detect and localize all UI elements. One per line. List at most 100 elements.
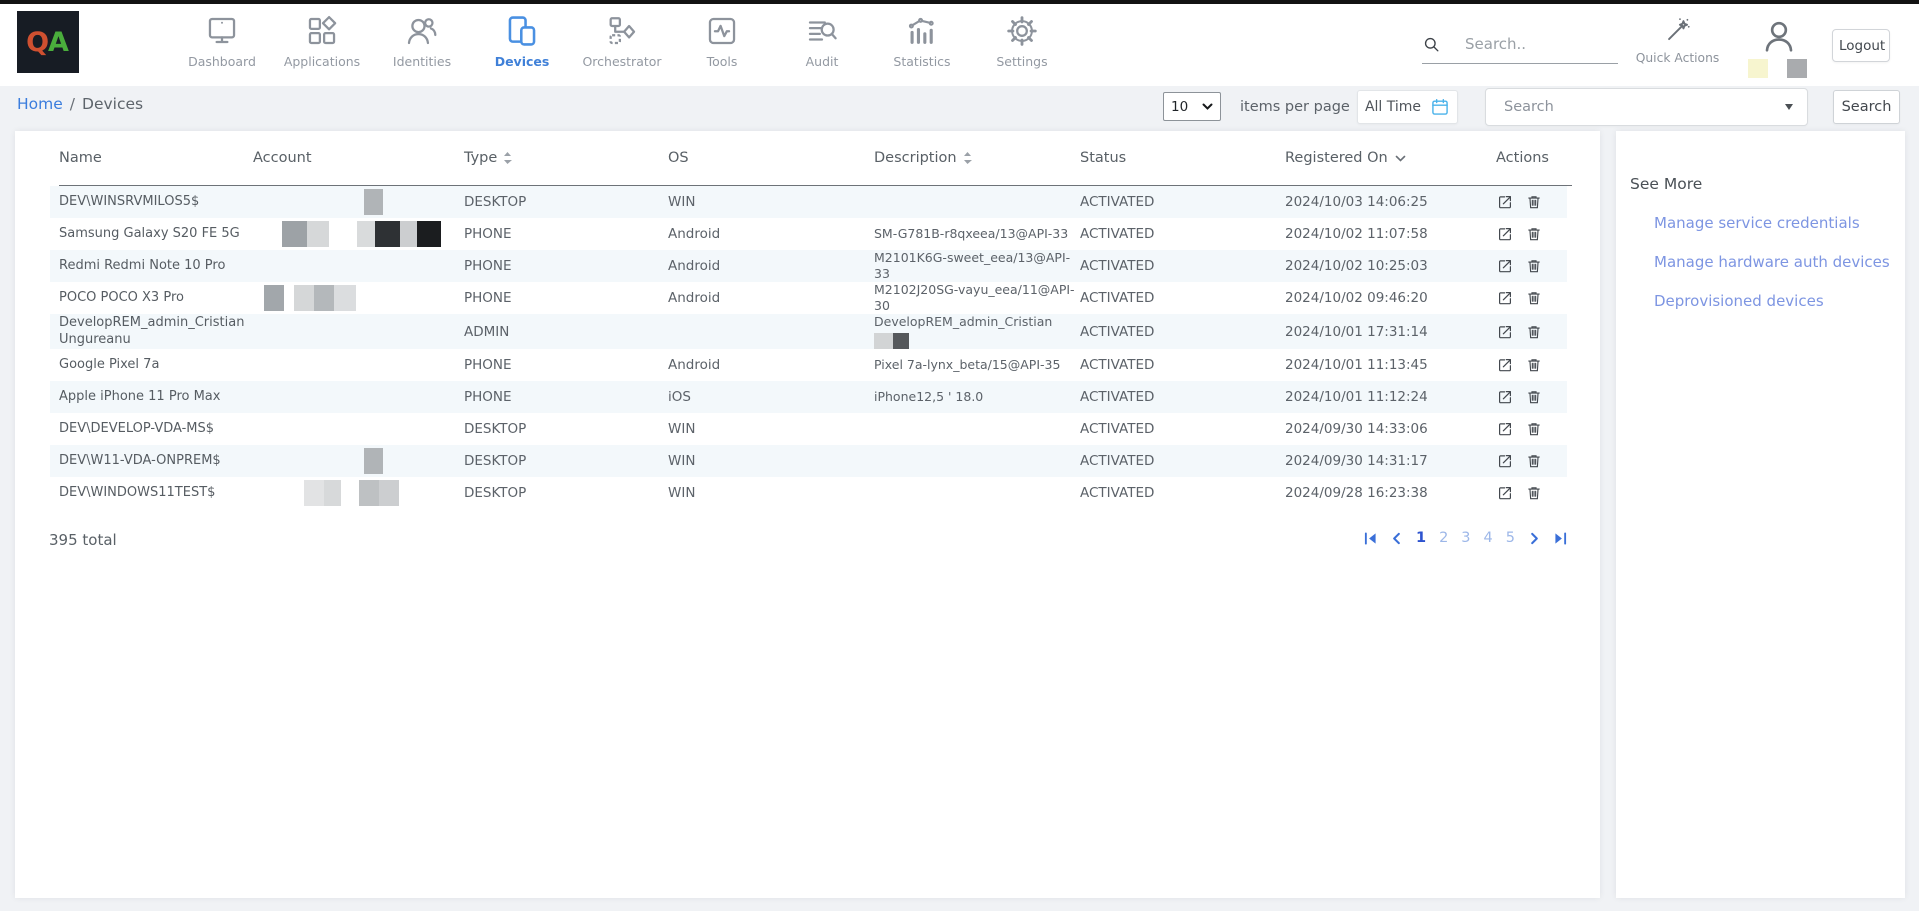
search-filter-dropdown[interactable]: Search: [1485, 88, 1808, 126]
table-row[interactable]: Redmi Redmi Note 10 Pro PHONE Android M2…: [50, 250, 1567, 282]
quick-actions-button[interactable]: Quick Actions: [1630, 16, 1725, 65]
row-actions: [1496, 257, 1567, 275]
table-row[interactable]: POCO POCO X3 Pro PHONE Android M2102J20S…: [50, 282, 1567, 314]
table-row[interactable]: Apple iPhone 11 Pro Max PHONE iOS iPhone…: [50, 381, 1567, 413]
search-button[interactable]: Search: [1833, 90, 1900, 124]
table-row[interactable]: DEV\DEVELOP-VDA-MS$ DESKTOP WIN ACTIVATE…: [50, 413, 1567, 445]
device-description: iPhone12,5 ' 18.0: [874, 389, 1080, 405]
device-status-badge: ACTIVATED: [1080, 324, 1285, 340]
nav-item-statistics[interactable]: Statistics: [872, 14, 972, 69]
column-header-registered-on[interactable]: Registered On: [1285, 150, 1496, 166]
redacted-block: [304, 480, 324, 506]
delete-device-button[interactable]: [1525, 257, 1543, 275]
delete-device-button[interactable]: [1525, 356, 1543, 374]
nav-item-audit[interactable]: Audit: [772, 14, 872, 69]
see-more-link[interactable]: Manage service credentials: [1654, 214, 1905, 232]
identities-people-icon: [405, 14, 439, 48]
page-numbers: 12345: [1416, 530, 1515, 546]
devices-icon: [505, 14, 539, 48]
device-os: WIN: [668, 485, 874, 501]
device-type: PHONE: [464, 290, 668, 306]
table-header-row: Name Account Type OS Description Status …: [59, 131, 1572, 186]
nav-item-orchestrator[interactable]: Orchestrator: [572, 14, 672, 69]
nav-item-tools[interactable]: Tools: [672, 14, 772, 69]
nav-item-dashboard[interactable]: Dashboard: [172, 14, 272, 69]
table-row[interactable]: Google Pixel 7a PHONE Android Pixel 7a-l…: [50, 349, 1567, 381]
redacted-block: [294, 285, 314, 311]
page-number-5[interactable]: 5: [1506, 530, 1515, 546]
nav-item-identities[interactable]: Identities: [372, 14, 472, 69]
device-description: DevelopREM_admin_Cristian: [874, 314, 1080, 349]
header-search-input[interactable]: [1463, 34, 1613, 54]
app-logo[interactable]: QA: [17, 11, 79, 73]
redacted-block: [357, 221, 375, 247]
logout-button[interactable]: Logout: [1832, 29, 1890, 62]
breadcrumb-home-link[interactable]: Home: [17, 95, 63, 113]
nav-item-devices[interactable]: Devices: [472, 14, 572, 69]
device-type: DESKTOP: [464, 453, 668, 469]
device-name: DEV\WINSRVMILOS5$: [59, 194, 253, 211]
nav-label: Dashboard: [188, 54, 256, 69]
connect-device-button[interactable]: [1496, 356, 1514, 374]
select-caret-icon: [1202, 103, 1213, 110]
row-actions: [1496, 484, 1567, 502]
nav-item-settings[interactable]: Settings: [972, 14, 1072, 69]
see-more-link[interactable]: Deprovisioned devices: [1654, 292, 1905, 310]
device-name: DEV\DEVELOP-VDA-MS$: [59, 421, 253, 438]
user-avatar-icon[interactable]: [1759, 16, 1799, 56]
page-number-4[interactable]: 4: [1484, 530, 1493, 546]
table-row[interactable]: Samsung Galaxy S20 FE 5G PHONE Android S…: [50, 218, 1567, 250]
first-page-icon[interactable]: [1364, 532, 1377, 545]
column-header-description[interactable]: Description: [874, 150, 1080, 166]
last-page-icon[interactable]: [1554, 532, 1567, 545]
connect-device-button[interactable]: [1496, 193, 1514, 211]
table-row[interactable]: DevelopREM_admin_Cristian Ungureanu ADMI…: [50, 314, 1567, 349]
calendar-icon: [1430, 97, 1450, 117]
connect-device-button[interactable]: [1496, 452, 1514, 470]
device-status-badge: ACTIVATED: [1080, 453, 1285, 469]
table-row[interactable]: DEV\WINSRVMILOS5$ DESKTOP WIN ACTIVATED …: [50, 186, 1567, 218]
nav-label: Orchestrator: [582, 54, 661, 69]
page-number-1[interactable]: 1: [1416, 530, 1426, 546]
device-account: [253, 221, 464, 247]
delete-device-button[interactable]: [1525, 323, 1543, 341]
page-number-3[interactable]: 3: [1461, 530, 1470, 546]
table-row[interactable]: DEV\WINDOWS11TEST$ DESKTOP WIN ACTIVATED…: [50, 477, 1567, 509]
delete-device-button[interactable]: [1525, 388, 1543, 406]
delete-device-button[interactable]: [1525, 225, 1543, 243]
nav-label: Settings: [996, 54, 1047, 69]
connect-device-button[interactable]: [1496, 484, 1514, 502]
items-per-page-value: 10: [1171, 99, 1188, 115]
logo-letter-a: A: [48, 27, 70, 58]
delete-device-button[interactable]: [1525, 452, 1543, 470]
avatar-badge-redacted-gray: [1787, 59, 1807, 78]
page-number-2[interactable]: 2: [1439, 530, 1448, 546]
connect-device-button[interactable]: [1496, 257, 1514, 275]
delete-device-button[interactable]: [1525, 484, 1543, 502]
prev-page-icon[interactable]: [1390, 532, 1403, 545]
delete-device-button[interactable]: [1525, 420, 1543, 438]
device-status-badge: ACTIVATED: [1080, 194, 1285, 210]
table-row[interactable]: DEV\W11-VDA-ONPREM$ DESKTOP WIN ACTIVATE…: [50, 445, 1567, 477]
device-os: Android: [668, 290, 874, 306]
see-more-panel: See More Manage service credentialsManag…: [1616, 131, 1905, 898]
column-header-type[interactable]: Type: [464, 150, 668, 166]
see-more-link[interactable]: Manage hardware auth devices: [1654, 253, 1905, 271]
total-count: 395 total: [49, 531, 117, 549]
device-registered-on: 2024/10/01 11:13:45: [1285, 357, 1496, 373]
delete-device-button[interactable]: [1525, 289, 1543, 307]
redacted-blocks: [874, 333, 1078, 350]
connect-device-button[interactable]: [1496, 323, 1514, 341]
items-per-page-select[interactable]: 10: [1163, 92, 1221, 121]
nav-item-applications[interactable]: Applications: [272, 14, 372, 69]
connect-device-button[interactable]: [1496, 289, 1514, 307]
time-filter-button[interactable]: All Time: [1357, 90, 1458, 124]
connect-device-button[interactable]: [1496, 225, 1514, 243]
next-page-icon[interactable]: [1528, 532, 1541, 545]
connect-device-button[interactable]: [1496, 388, 1514, 406]
delete-device-button[interactable]: [1525, 193, 1543, 211]
applications-grid-icon: [305, 14, 339, 48]
connect-device-button[interactable]: [1496, 420, 1514, 438]
device-name: Samsung Galaxy S20 FE 5G: [59, 226, 253, 243]
audit-search-lines-icon: [805, 14, 839, 48]
